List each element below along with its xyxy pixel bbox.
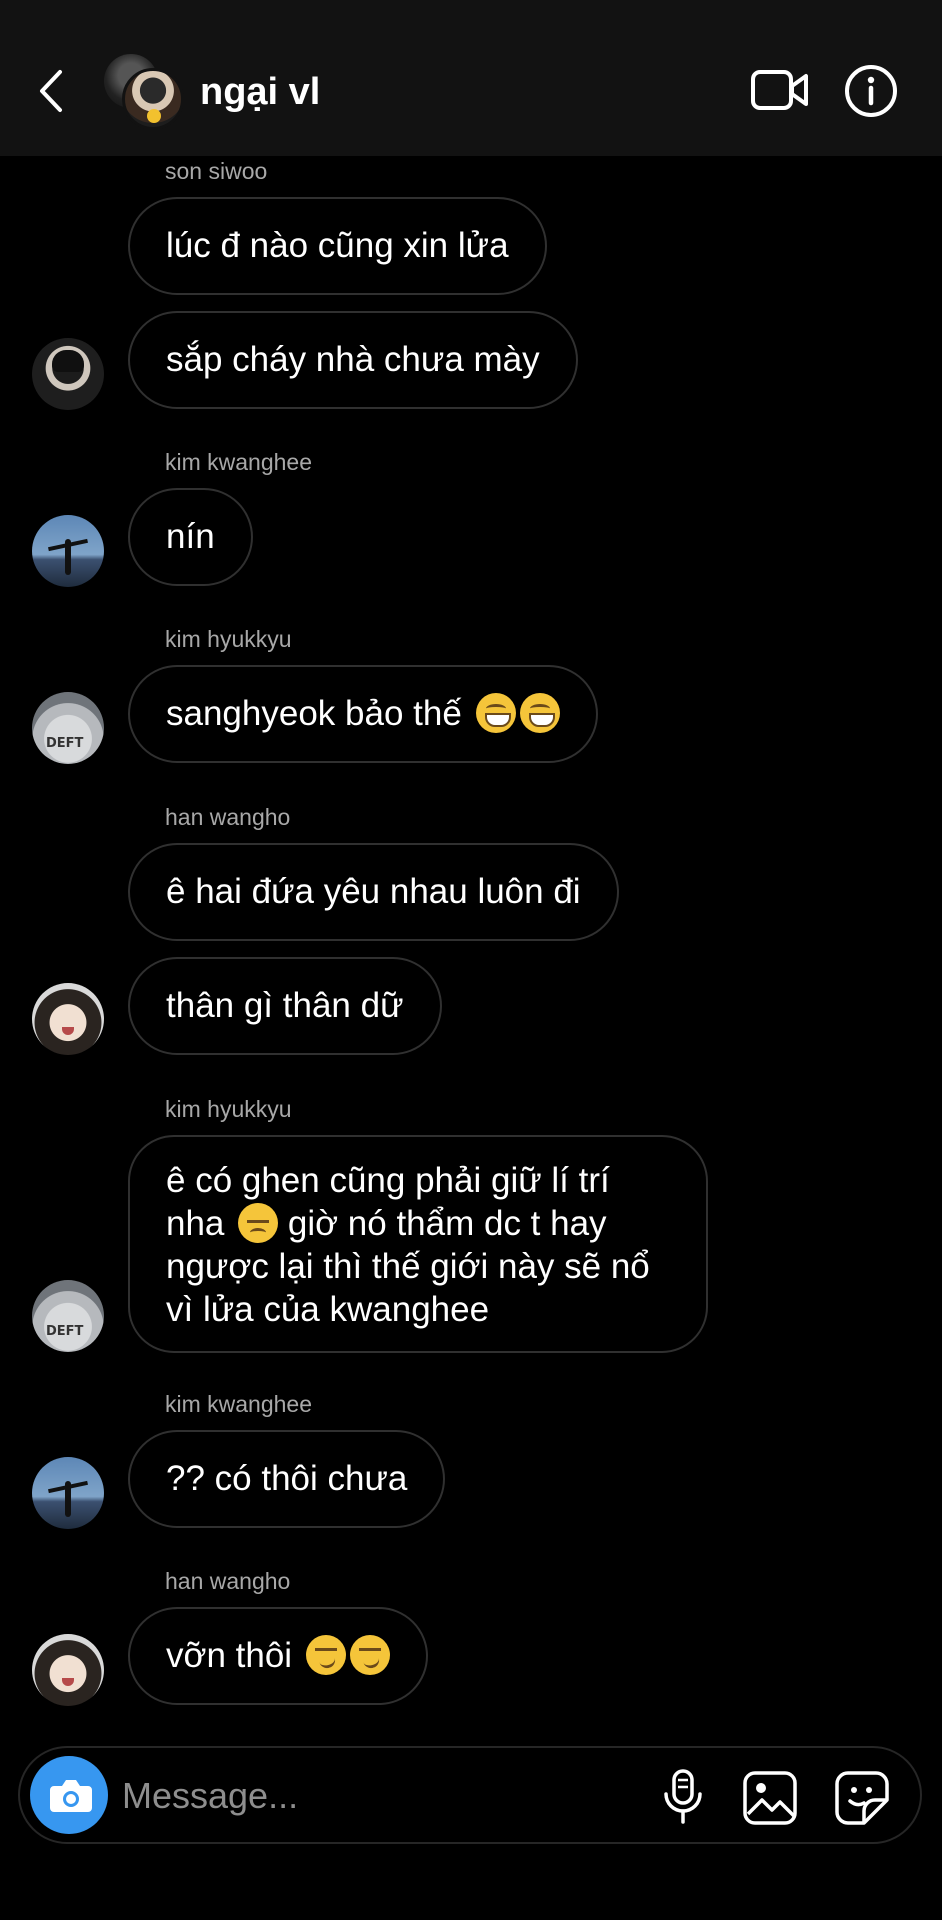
chevron-left-icon: [40, 70, 62, 112]
message-input[interactable]: [122, 1766, 542, 1826]
sender-name: han wangho: [165, 804, 291, 830]
message-text: lúc đ nào cũng xin lửa: [166, 226, 509, 265]
message-text: sanghyeok bảo thế: [166, 694, 462, 733]
message-bubble[interactable]: ?? có thôi chưa: [128, 1430, 446, 1528]
message-text: vỡn thôi: [166, 1636, 293, 1675]
message-bubble[interactable]: thân gì thân dữ: [128, 957, 442, 1055]
sender-name: han wangho: [165, 1568, 291, 1594]
sender-name: kim kwanghee: [165, 1391, 313, 1417]
message-bubble[interactable]: vỡn thôi: [128, 1607, 428, 1705]
avatar-text: DEFT: [46, 1324, 84, 1339]
message-bubble[interactable]: sanghyeok bảo thế: [128, 665, 598, 763]
disappointed-emoji: [238, 1203, 279, 1243]
message-bubble[interactable]: nín: [128, 488, 253, 586]
message-text: sắp cháy nhà chưa mày: [166, 340, 540, 379]
message-text: ê hai đứa yêu nhau luôn đi: [166, 872, 581, 911]
message-text: thân gì thân dữ: [166, 986, 404, 1025]
microphone-button[interactable]: [658, 1768, 708, 1826]
back-button[interactable]: [32, 66, 72, 116]
avatar[interactable]: [32, 338, 104, 410]
video-call-button[interactable]: [750, 66, 810, 114]
gallery-icon: [743, 1771, 797, 1825]
chat-title[interactable]: ngại vl: [200, 70, 320, 114]
sticker-icon: [835, 1771, 889, 1825]
camera-icon: [50, 1780, 92, 1812]
avatar[interactable]: DEFT: [32, 692, 104, 764]
avatar[interactable]: [32, 515, 104, 587]
group-avatar[interactable]: [104, 54, 184, 130]
video-call-icon: [751, 70, 808, 110]
microphone-icon: [664, 1769, 702, 1824]
avatar[interactable]: [32, 1457, 104, 1529]
smirk-emoji: [349, 1635, 390, 1675]
sender-name: kim kwanghee: [165, 449, 313, 475]
chat-header: ngại vl: [0, 0, 942, 156]
sender-name: kim hyukkyu: [165, 1096, 292, 1122]
message-composer: [18, 1746, 922, 1844]
avatar-text: DEFT: [46, 736, 84, 751]
sender-name: son siwoo: [165, 158, 268, 184]
sticker-button[interactable]: [834, 1770, 890, 1826]
smirk-emoji: [305, 1635, 346, 1675]
grinning-emoji: [475, 693, 516, 733]
group-avatar-member-2: [122, 68, 184, 130]
info-button[interactable]: [844, 64, 898, 118]
message-bubble[interactable]: lúc đ nào cũng xin lửa: [128, 197, 547, 295]
sender-name: kim hyukkyu: [165, 626, 292, 652]
avatar[interactable]: [32, 1634, 104, 1706]
message-text: nín: [166, 517, 215, 556]
message-text: ?? có thôi chưa: [166, 1459, 408, 1498]
gallery-button[interactable]: [742, 1770, 798, 1826]
message-bubble[interactable]: ê hai đứa yêu nhau luôn đi: [128, 843, 619, 941]
message-bubble[interactable]: ê có ghen cũng phải giữ lí trí nha giờ n…: [128, 1135, 708, 1353]
message-bubble[interactable]: sắp cháy nhà chưa mày: [128, 311, 578, 409]
camera-button[interactable]: [30, 1756, 108, 1834]
info-icon: [845, 65, 897, 117]
avatar[interactable]: DEFT: [32, 1280, 104, 1352]
grinning-emoji: [519, 693, 560, 733]
avatar[interactable]: [32, 983, 104, 1055]
